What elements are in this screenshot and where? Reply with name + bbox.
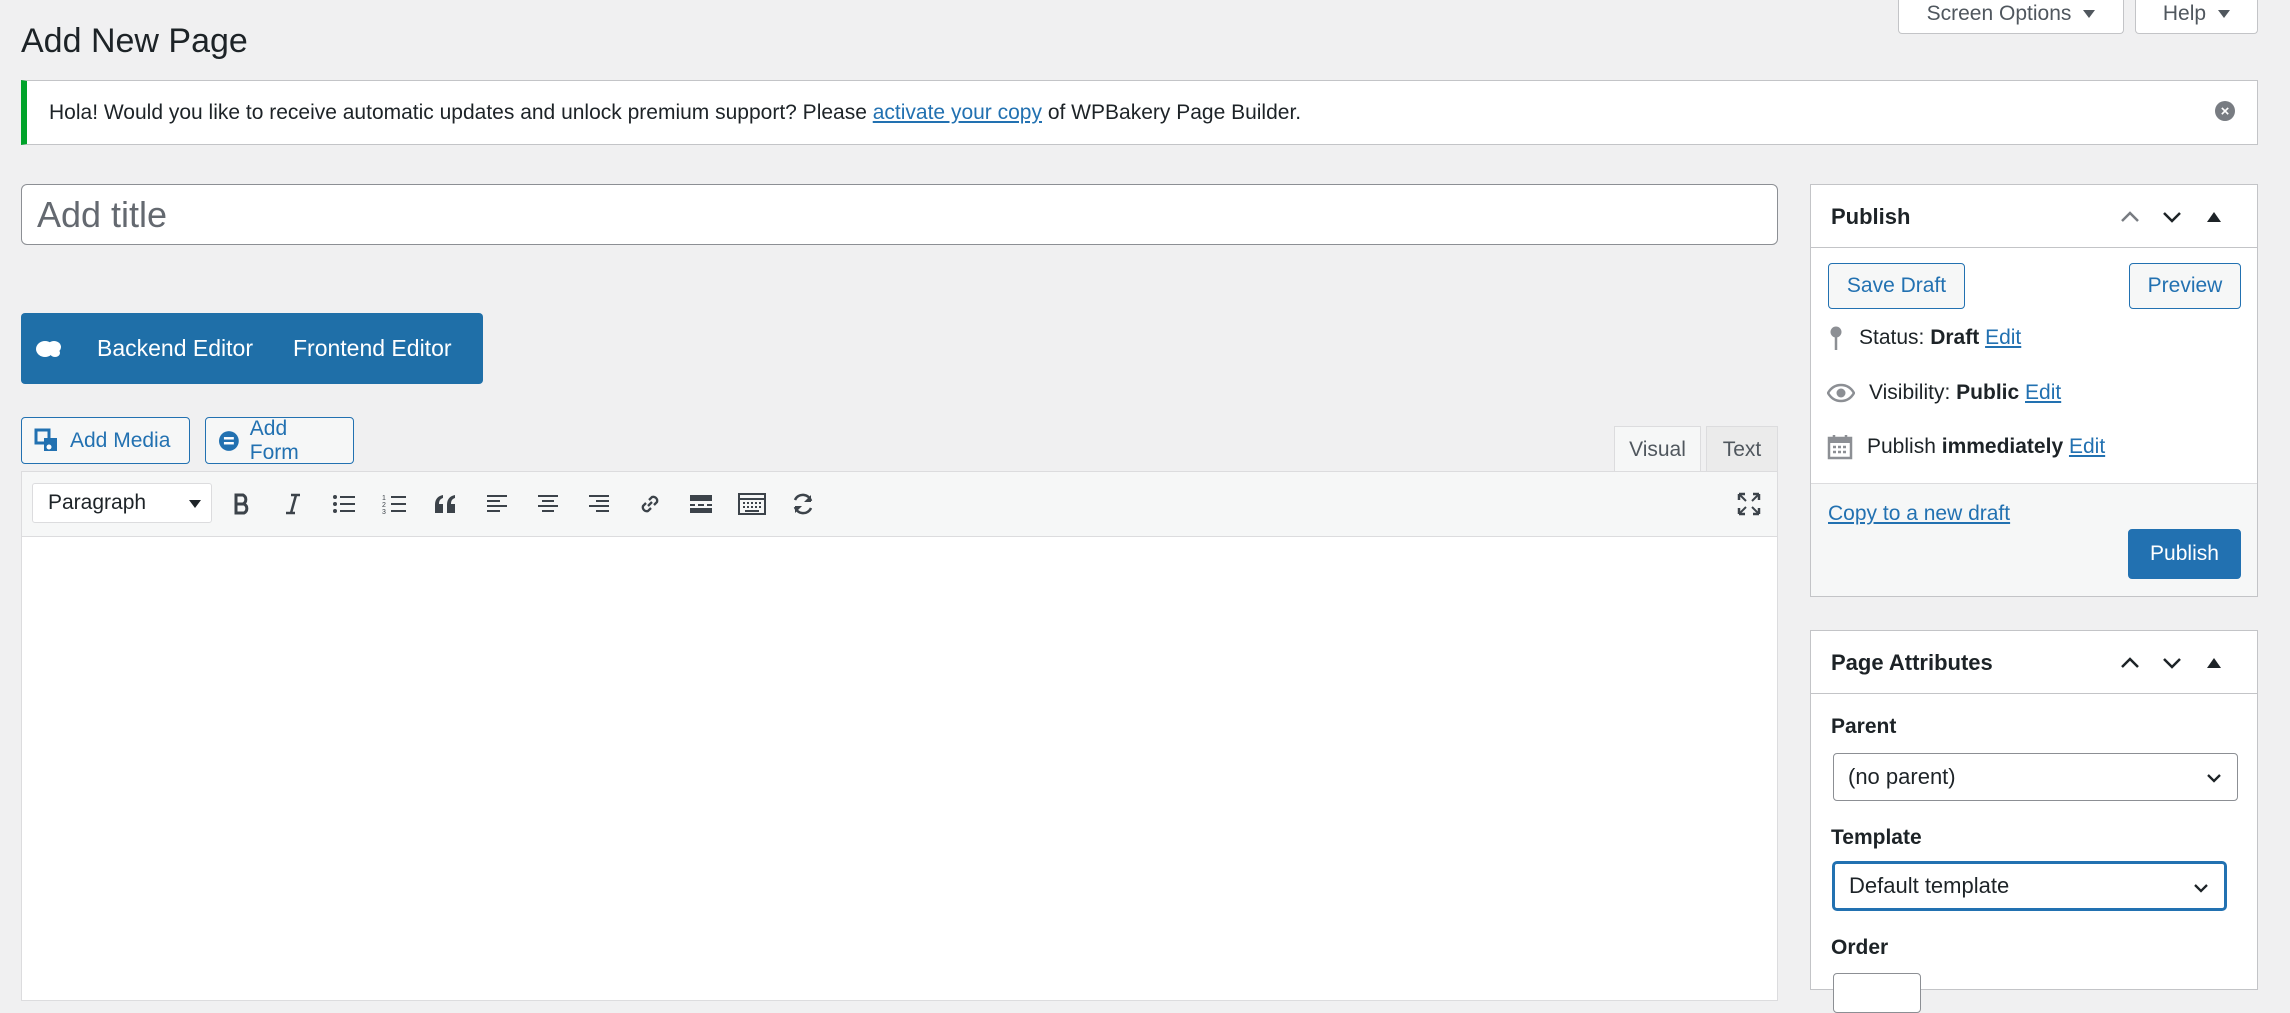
chevron-down-icon[interactable]	[2157, 203, 2187, 231]
publish-button[interactable]: Publish	[2128, 529, 2241, 579]
tab-visual[interactable]: Visual	[1614, 426, 1701, 473]
collapse-toggle-icon[interactable]	[2199, 203, 2229, 231]
order-label: Order	[1831, 936, 1889, 959]
publish-box-title: Publish	[1831, 204, 1911, 229]
chevron-down-icon	[2207, 774, 2221, 783]
publish-label: Publish	[1867, 435, 1936, 458]
fullscreen-icon[interactable]	[1729, 486, 1769, 522]
backend-editor-button[interactable]: Backend Editor	[77, 313, 273, 384]
refresh-icon[interactable]	[783, 486, 823, 522]
chevron-up-icon[interactable]	[2115, 203, 2145, 231]
content-editor: Paragraph 123	[21, 471, 1778, 1001]
add-media-button[interactable]: Add Media	[21, 417, 190, 464]
edit-visibility-link[interactable]: Edit	[2025, 381, 2061, 404]
chevron-down-icon[interactable]	[2157, 649, 2187, 677]
visibility-row: Visibility: Public Edit	[1827, 377, 2061, 409]
form-icon	[218, 430, 239, 451]
status-label: Status:	[1859, 326, 1925, 349]
link-icon[interactable]	[630, 486, 670, 522]
caret-down-icon	[2083, 9, 2096, 18]
save-draft-button[interactable]: Save Draft	[1828, 263, 1965, 309]
publish-value: immediately	[1941, 435, 2064, 458]
collapse-toggle-icon[interactable]	[2199, 649, 2229, 677]
add-media-icon	[34, 428, 57, 451]
eye-icon	[1827, 383, 1855, 403]
bold-icon[interactable]	[222, 486, 262, 522]
wpbakery-notice: Hola! Would you like to receive automati…	[21, 80, 2258, 145]
notice-text-before: Hola! Would you like to receive automati…	[49, 100, 873, 124]
align-right-icon[interactable]	[579, 486, 619, 522]
svg-text:3: 3	[382, 509, 386, 516]
title-input[interactable]	[21, 184, 1778, 245]
publish-date-row: Publish immediately Edit	[1827, 431, 2105, 463]
chevron-up-icon[interactable]	[2115, 649, 2145, 677]
notice-text-after: of WPBakery Page Builder.	[1042, 100, 1302, 124]
add-form-label: Add Form	[249, 416, 299, 464]
notice-text: Hola! Would you like to receive automati…	[49, 101, 1301, 125]
publish-actions: Copy to a new draft Publish	[1811, 483, 2257, 596]
wpbakery-editor-switch: Backend Editor Frontend Editor	[21, 313, 483, 384]
bulleted-list-icon[interactable]	[324, 486, 364, 522]
parent-select-value: (no parent)	[1848, 764, 1956, 789]
order-input[interactable]	[1833, 973, 1921, 1013]
visibility-label: Visibility:	[1869, 381, 1951, 404]
activate-copy-link[interactable]: activate your copy	[873, 101, 1042, 124]
page-title: Add New Page	[21, 22, 248, 60]
svg-text:2: 2	[382, 502, 386, 509]
visibility-value: Public	[1956, 381, 2020, 404]
help-label: Help	[2162, 1, 2207, 25]
publish-box: Publish Save Draft Preview Status: Draft…	[1810, 184, 2258, 597]
help-button[interactable]: Help	[2135, 0, 2258, 34]
publish-box-header: Publish	[1811, 185, 2257, 248]
edit-status-link[interactable]: Edit	[1985, 326, 2021, 349]
frontend-editor-button[interactable]: Frontend Editor	[273, 313, 472, 384]
caret-down-icon	[2218, 9, 2231, 18]
page-attributes-title: Page Attributes	[1831, 650, 1993, 675]
tab-text[interactable]: Text	[1706, 426, 1778, 472]
align-center-icon[interactable]	[528, 486, 568, 522]
template-select[interactable]: Default template	[1833, 862, 2226, 910]
chevron-down-icon	[2194, 884, 2208, 893]
numbered-list-icon[interactable]: 123	[375, 486, 415, 522]
page-attributes-header: Page Attributes	[1811, 631, 2257, 694]
caret-down-icon	[189, 500, 201, 508]
parent-select[interactable]: (no parent)	[1833, 753, 2238, 801]
status-value: Draft	[1930, 326, 1980, 349]
template-select-value: Default template	[1849, 873, 2010, 898]
add-media-label: Add Media	[70, 428, 171, 452]
toolbar-toggle-icon[interactable]	[732, 486, 772, 522]
read-more-icon[interactable]	[681, 486, 721, 522]
page-attributes-box: Page Attributes Parent (no parent) Templ…	[1810, 630, 2258, 1013]
blockquote-icon[interactable]	[426, 486, 466, 522]
screen-options-button[interactable]: Screen Options	[1898, 0, 2124, 34]
pin-icon	[1830, 326, 1842, 350]
format-select-value: Paragraph	[48, 491, 147, 514]
add-form-button[interactable]: Add Form	[205, 417, 354, 464]
editor-toolbar: Paragraph 123	[22, 472, 1777, 537]
edit-publish-date-link[interactable]: Edit	[2069, 435, 2105, 458]
copy-to-new-draft-link[interactable]: Copy to a new draft	[1828, 502, 2010, 526]
wpbakery-logo-icon	[21, 313, 77, 384]
svg-text:1: 1	[382, 495, 386, 502]
align-left-icon[interactable]	[477, 486, 517, 522]
screen-options-label: Screen Options	[1926, 1, 2072, 25]
format-select[interactable]: Paragraph	[32, 483, 212, 523]
parent-label: Parent	[1831, 715, 1897, 738]
dismiss-icon[interactable]: ×	[2215, 101, 2235, 121]
status-row: Status: Draft Edit	[1827, 322, 2021, 354]
preview-button[interactable]: Preview	[2129, 263, 2241, 309]
italic-icon[interactable]	[273, 486, 313, 522]
template-label: Template	[1831, 826, 1922, 849]
calendar-icon	[1827, 435, 1853, 460]
